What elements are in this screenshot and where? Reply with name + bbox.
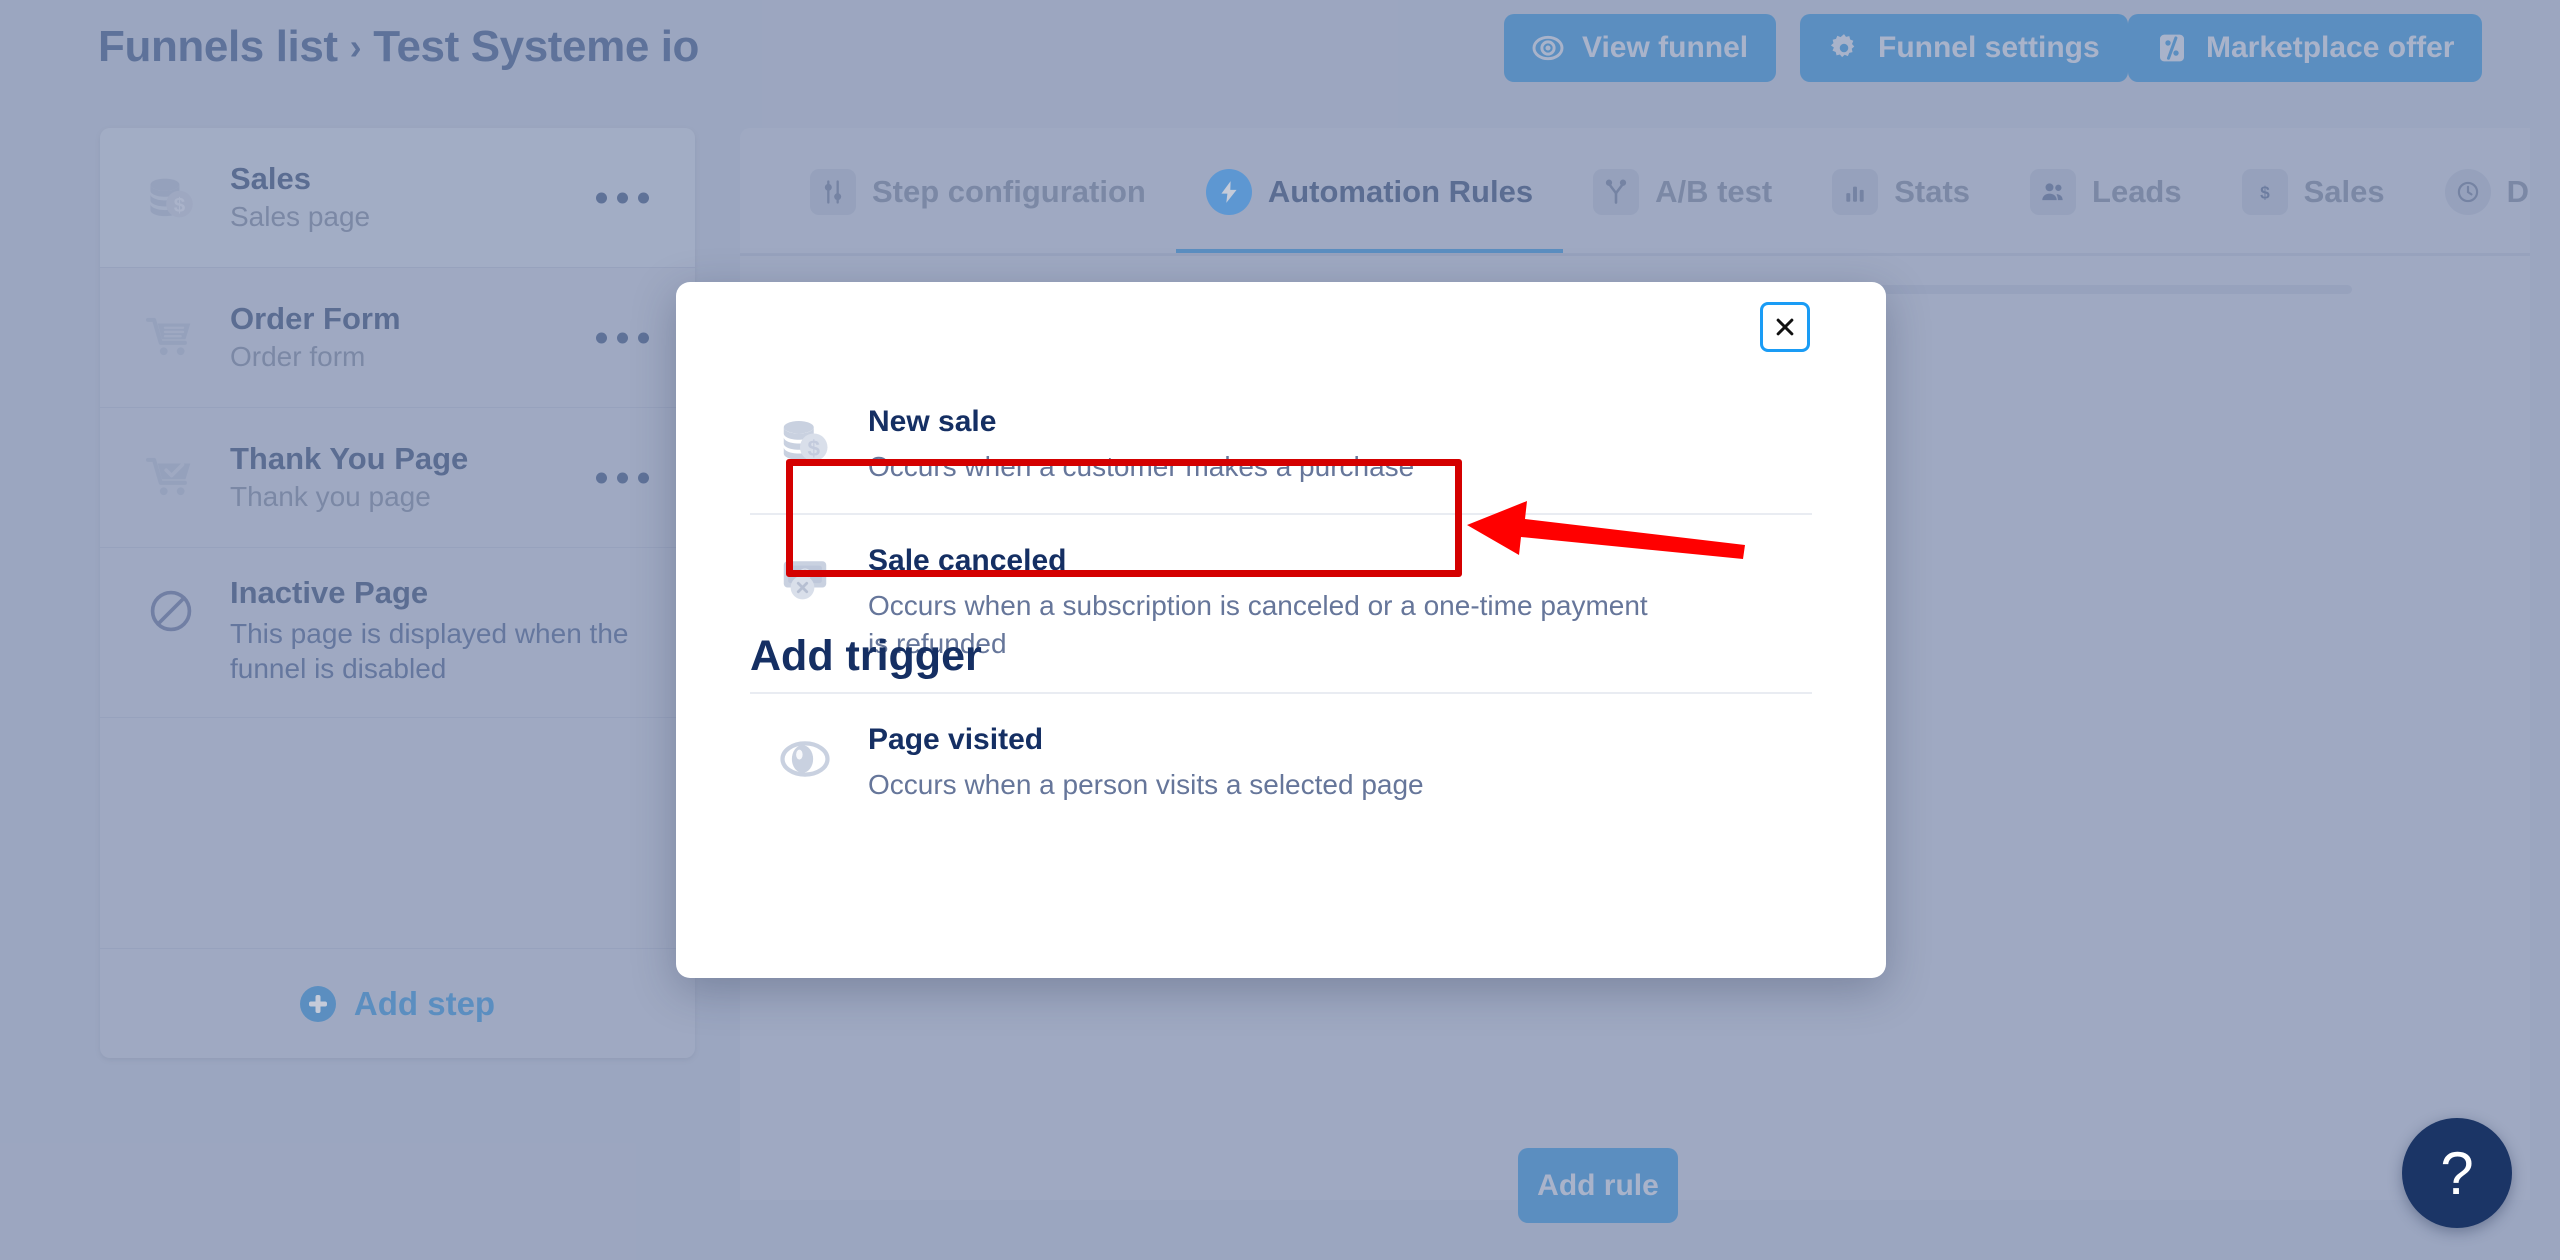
cart-check-icon bbox=[138, 445, 204, 511]
coins-dollar-icon: $ bbox=[774, 410, 836, 472]
tab-label: Leads bbox=[2092, 174, 2182, 209]
close-icon[interactable] bbox=[1760, 302, 1810, 352]
tab-label: Automation Rules bbox=[1267, 174, 1534, 209]
marketplace-offer-label: Marketplace offer bbox=[2206, 31, 2455, 64]
sidebar-step-order-form-text: Order Form Order form bbox=[230, 301, 401, 373]
trigger-title: New sale bbox=[868, 405, 997, 438]
trigger-subtitle: Occurs when a person visits a selected p… bbox=[868, 768, 1424, 800]
help-button[interactable]: ? bbox=[2402, 1118, 2512, 1228]
funnel-settings-button[interactable]: Funnel settings bbox=[1800, 14, 2128, 82]
shopping-cart-icon bbox=[138, 305, 204, 371]
add-step-button[interactable]: Add step bbox=[100, 948, 695, 1058]
trigger-text: New sale Occurs when a customer makes a … bbox=[868, 406, 1414, 485]
step-subtitle: This page is displayed when the funnel i… bbox=[230, 618, 629, 685]
trigger-title: Sale canceled bbox=[868, 544, 1067, 578]
view-funnel-button[interactable]: View funnel bbox=[1504, 14, 1777, 82]
sidebar-step-thank-you-page[interactable]: Thank You Page Thank you page bbox=[100, 408, 695, 548]
top-bar: Funnels list › Test Systeme io View funnel… bbox=[0, 0, 2560, 108]
sidebar-step-sales-text: Sales Sales page bbox=[230, 161, 371, 233]
dollar-sign-icon: $ bbox=[2241, 169, 2288, 215]
tab-bar-divider bbox=[740, 253, 2530, 256]
sidebar-step-sales[interactable]: $ Sales Sales page bbox=[100, 128, 695, 268]
marketplace-offer-button[interactable]: Marketplace offer bbox=[2128, 14, 2483, 82]
sidebar-step-inactive-text: Inactive Page This page is displayed whe… bbox=[230, 575, 695, 686]
coins-dollar-icon: $ bbox=[138, 165, 204, 231]
split-branch-icon bbox=[1593, 169, 1640, 215]
step-subtitle: Thank you page bbox=[230, 481, 431, 513]
modal-title: Add trigger bbox=[750, 632, 982, 680]
tab-step-configuration[interactable]: Step configuration bbox=[780, 128, 1176, 256]
trigger-options-list: $ New sale Occurs when a customer makes … bbox=[750, 378, 1812, 834]
view-funnel-label: View funnel bbox=[1582, 31, 1749, 64]
add-step-label: Add step bbox=[353, 984, 496, 1022]
svg-text:$: $ bbox=[174, 193, 186, 216]
bar-chart-icon bbox=[1832, 169, 1879, 215]
breadcrumb-current: Test Systeme io bbox=[373, 22, 700, 71]
breadcrumb-separator-icon: › bbox=[349, 26, 362, 67]
tab-label: Step configuration bbox=[872, 174, 1146, 209]
no-entry-icon bbox=[138, 578, 204, 644]
sidebar-step-thank-you-text: Thank You Page Thank you page bbox=[230, 441, 469, 513]
app-root: Funnels list › Test Systeme io View funnel… bbox=[0, 0, 2560, 1260]
tab-label: Sales bbox=[2303, 174, 2385, 209]
step-title: Sales bbox=[230, 161, 312, 197]
svg-text:$: $ bbox=[807, 436, 820, 461]
trigger-subtitle: Occurs when a subscription is canceled o… bbox=[868, 589, 1648, 659]
step-more-menu-thank-you[interactable] bbox=[596, 472, 649, 483]
step-subtitle: Sales page bbox=[230, 201, 371, 233]
clock-icon bbox=[2444, 169, 2491, 215]
step-more-menu-sales[interactable] bbox=[596, 192, 649, 203]
tab-automation-rules[interactable]: Automation Rules bbox=[1175, 128, 1564, 256]
funnel-steps-sidebar: $ Sales Sales page Order Form Order form… bbox=[100, 128, 695, 1058]
plus-circle-icon bbox=[299, 985, 336, 1022]
percent-tag-icon bbox=[2156, 32, 2188, 64]
tab-ab-test[interactable]: A/B test bbox=[1563, 128, 1802, 256]
add-rule-button[interactable]: Add rule bbox=[1518, 1148, 1678, 1223]
step-title: Inactive Page bbox=[230, 575, 429, 610]
gear-icon bbox=[1828, 32, 1860, 64]
breadcrumb-funnels-list[interactable]: Funnels list bbox=[98, 22, 338, 71]
trigger-subtitle: Occurs when a customer makes a purchase bbox=[868, 450, 1415, 482]
svg-text:$: $ bbox=[2260, 183, 2270, 203]
breadcrumb: Funnels list › Test Systeme io bbox=[98, 22, 699, 72]
tab-deadline[interactable]: Deadline s bbox=[2415, 128, 2530, 256]
trigger-text: Page visited Occurs when a person visits… bbox=[868, 724, 1424, 803]
tab-label: Deadline s bbox=[2506, 174, 2530, 209]
trigger-text: Sale canceled Occurs when a subscription… bbox=[868, 545, 1648, 662]
sidebar-step-inactive-page[interactable]: Inactive Page This page is displayed whe… bbox=[100, 548, 695, 718]
trigger-option-page-visited[interactable]: Page visited Occurs when a person visits… bbox=[750, 694, 1812, 834]
eye-icon bbox=[1532, 32, 1564, 64]
trigger-title: Page visited bbox=[868, 723, 1044, 757]
step-title: Thank You Page bbox=[230, 441, 469, 477]
step-more-menu-order-form[interactable] bbox=[596, 332, 649, 343]
step-title: Order Form bbox=[230, 301, 401, 337]
funnel-settings-label: Funnel settings bbox=[1878, 31, 2100, 64]
tab-sales[interactable]: $ Sales bbox=[2212, 128, 2415, 256]
tab-label: A/B test bbox=[1655, 174, 1773, 209]
lightning-bolt-icon bbox=[1205, 169, 1252, 215]
money-cancel-icon: $ bbox=[774, 549, 836, 611]
sidebar-step-order-form[interactable]: Order Form Order form bbox=[100, 268, 695, 408]
step-subtitle: Order form bbox=[230, 341, 366, 373]
trigger-option-new-sale[interactable]: $ New sale Occurs when a customer makes … bbox=[750, 378, 1812, 516]
tab-leads[interactable]: Leads bbox=[2000, 128, 2212, 256]
add-trigger-modal: $ New sale Occurs when a customer makes … bbox=[676, 282, 1886, 978]
sliders-icon bbox=[810, 169, 856, 215]
eye-icon bbox=[774, 728, 836, 790]
tab-stats[interactable]: Stats bbox=[1802, 128, 2000, 256]
tab-bar: Step configuration Automation Rules A/B … bbox=[740, 128, 2530, 256]
people-icon bbox=[2030, 169, 2077, 215]
tab-label: Stats bbox=[1894, 174, 1971, 209]
